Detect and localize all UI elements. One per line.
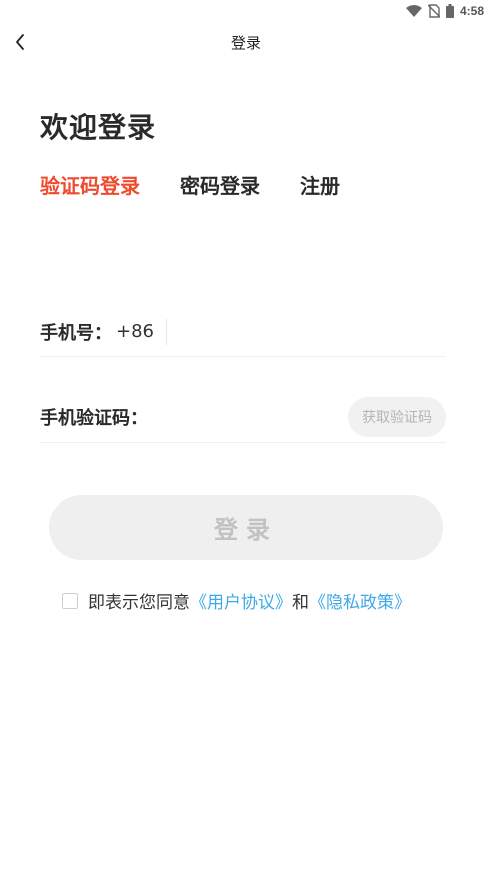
tab-sms-login[interactable]: 验证码登录 bbox=[40, 170, 140, 199]
code-row: 手机验证码： 获取验证码 bbox=[40, 392, 446, 443]
agreement-row: 即表示您同意 《用户协议》 和 《隐私政策》 bbox=[62, 588, 411, 613]
battery-icon bbox=[445, 4, 454, 18]
login-tabs: 验证码登录 密码登录 注册 bbox=[40, 170, 340, 199]
nav-bar: 登录 bbox=[0, 22, 492, 62]
agreement-conjunction: 和 bbox=[292, 593, 309, 613]
code-label: 手机验证码： bbox=[40, 408, 148, 429]
status-time: 4:58 bbox=[459, 4, 484, 18]
code-input[interactable] bbox=[148, 402, 348, 432]
agreement-prefix: 即表示您同意 bbox=[88, 593, 190, 613]
user-agreement-link[interactable]: 《用户协议》 bbox=[190, 588, 292, 613]
privacy-policy-link[interactable]: 《隐私政策》 bbox=[309, 588, 411, 613]
welcome-title: 欢迎登录 bbox=[40, 111, 157, 144]
no-sim-icon bbox=[427, 4, 440, 18]
tab-register[interactable]: 注册 bbox=[300, 170, 340, 199]
nav-title: 登录 bbox=[230, 34, 261, 52]
agreement-checkbox[interactable] bbox=[62, 592, 78, 609]
tab-password-login[interactable]: 密码登录 bbox=[180, 170, 260, 199]
phone-row: 手机号： +86 bbox=[40, 308, 446, 357]
status-bar: 4:58 bbox=[0, 0, 492, 22]
login-button[interactable]: 登录 bbox=[49, 495, 443, 560]
wifi-icon bbox=[405, 5, 422, 17]
country-code[interactable]: +86 bbox=[116, 319, 167, 345]
get-code-button[interactable]: 获取验证码 bbox=[348, 397, 446, 437]
phone-input[interactable] bbox=[167, 317, 446, 347]
phone-label: 手机号： bbox=[40, 323, 112, 344]
